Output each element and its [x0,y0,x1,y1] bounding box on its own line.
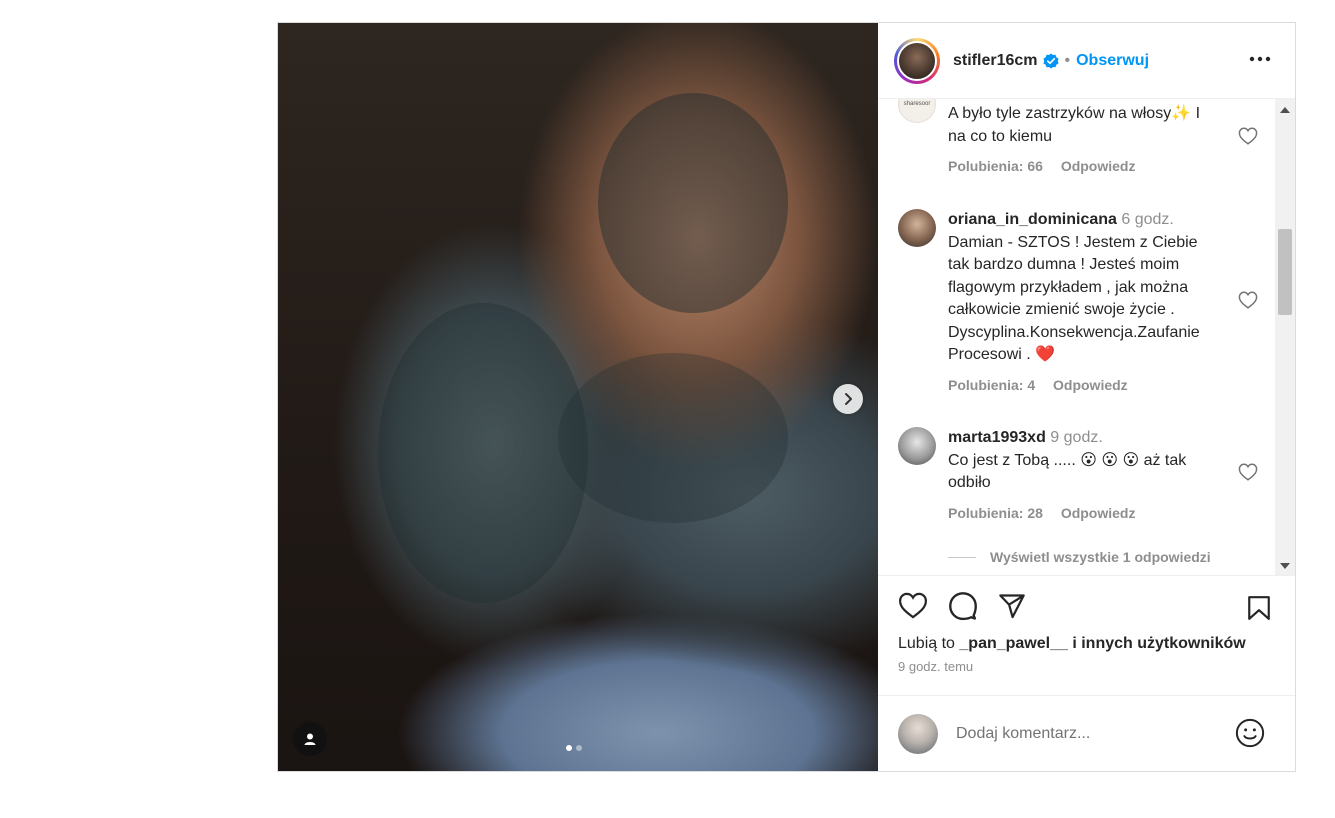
liked-by-text: Lubią to _pan_pawel__ i innych użytkowni… [878,635,1295,653]
tagged-users-button[interactable] [293,722,327,756]
comment-content: Damian - SZTOS ! Jestem z Ciebie tak bar… [948,233,1200,364]
reply-button[interactable]: Odpowiedz [1061,158,1136,174]
share-button[interactable] [998,592,1026,620]
comment-avatar[interactable] [898,427,936,465]
comment-like-button[interactable] [1238,291,1258,314]
comment-item: marta1993xd 9 godz. Co jest z Tobą .....… [898,427,1258,521]
post-timestamp[interactable]: 9 godz. temu [878,659,1295,674]
comment-item: sharesoor A było tyle zastrzyków na włos… [898,99,1258,174]
reply-button[interactable]: Odpowiedz [1061,505,1136,521]
more-options-button[interactable] [1249,49,1271,67]
chevron-right-icon [845,393,852,405]
author-avatar-image [897,40,937,81]
comment-avatar[interactable]: sharesoor [898,99,936,123]
comment-text: oriana_in_dominicana 6 godz. Damian - SZ… [948,209,1218,367]
emoji-picker-button[interactable] [1235,718,1265,753]
heart-icon [1238,463,1258,481]
author-username[interactable]: stifler16cm [953,52,1038,70]
carousel-dot [566,745,572,751]
like-button[interactable] [898,592,928,619]
comment-body: marta1993xd 9 godz. Co jest z Tobą .....… [948,427,1218,521]
verified-badge-icon [1043,53,1059,69]
paper-plane-icon [999,593,1025,618]
image-shape [558,353,788,523]
more-dots-icon [1249,56,1271,62]
liked-by-user[interactable]: _pan_pawel__ [959,635,1068,652]
comment-meta: Polubienia: 66 Odpowiedz [948,158,1218,174]
comment-avatar-label: sharesoor [903,101,931,107]
comment-likes[interactable]: Polubienia: 28 [948,505,1043,521]
comment-meta: Polubienia: 28 Odpowiedz [948,505,1218,521]
header-separator: • [1064,51,1071,69]
liked-by-others[interactable]: i innych użytkowników [1068,635,1245,652]
comment-content: Co jest z Tobą ..... 😮 😮 😮 aż tak odbiło [948,451,1187,492]
comments-list[interactable]: sharesoor A było tyle zastrzyków na włos… [878,99,1295,575]
view-replies-button[interactable]: Wyświetl wszystkie 1 odpowiedzi [948,549,1211,565]
scroll-down-arrow-icon[interactable] [1280,563,1290,569]
comments-scrollbar[interactable] [1275,99,1295,575]
heart-icon [899,592,927,619]
comment-likes[interactable]: Polubienia: 4 [948,377,1035,393]
scroll-up-arrow-icon[interactable] [1280,107,1290,113]
carousel-dot [576,745,582,751]
add-comment-bar [878,695,1295,771]
post-side-panel: stifler16cm • Obserwuj sharesoor A było … [878,23,1295,771]
comment-meta: Polubienia: 4 Odpowiedz [948,377,1218,393]
comment-item: oriana_in_dominicana 6 godz. Damian - SZ… [898,209,1258,393]
comment-username[interactable]: marta1993xd [948,429,1046,446]
comment-button[interactable] [948,591,978,621]
comment-time: 6 godz. [1121,211,1174,228]
comment-text: A było tyle zastrzyków na włosy✨ I na co… [948,103,1218,148]
current-user-avatar [898,713,938,754]
post-image[interactable] [278,23,878,771]
post-dialog: stifler16cm • Obserwuj sharesoor A było … [277,22,1296,772]
comment-likes[interactable]: Polubienia: 66 [948,158,1043,174]
post-header: stifler16cm • Obserwuj [878,23,1295,99]
comment-time: 9 godz. [1050,429,1103,446]
view-replies-label: Wyświetl wszystkie 1 odpowiedzi [990,549,1211,565]
comment-like-button[interactable] [1238,463,1258,486]
smiley-icon [1235,718,1265,748]
image-shape [378,303,588,603]
person-icon [304,733,316,745]
carousel-next-button[interactable] [833,384,863,414]
comment-like-button[interactable] [1238,127,1258,150]
scrollbar-thumb[interactable] [1278,229,1292,315]
replies-divider [948,556,976,558]
save-button[interactable] [1247,595,1271,626]
comment-input[interactable] [954,723,1218,744]
comment-avatar[interactable] [898,209,936,247]
bookmark-icon [1248,596,1270,620]
heart-icon [1238,291,1258,309]
comment-bubble-icon [949,591,977,620]
carousel-indicator [566,745,582,751]
comment-content: A było tyle zastrzyków na włosy✨ I na co… [948,105,1201,145]
heart-icon [1238,127,1258,145]
reply-button[interactable]: Odpowiedz [1053,377,1128,393]
comment-body: oriana_in_dominicana 6 godz. Damian - SZ… [948,209,1218,393]
comment-text: marta1993xd 9 godz. Co jest z Tobą .....… [948,427,1218,495]
liked-by-prefix: Lubią to [898,635,960,652]
follow-button[interactable]: Obserwuj [1076,52,1149,70]
comment-body: A było tyle zastrzyków na włosy✨ I na co… [948,99,1218,174]
author-avatar[interactable] [894,37,940,84]
comment-username[interactable]: oriana_in_dominicana [948,211,1117,228]
action-bar [878,575,1295,635]
image-shape [598,93,788,313]
